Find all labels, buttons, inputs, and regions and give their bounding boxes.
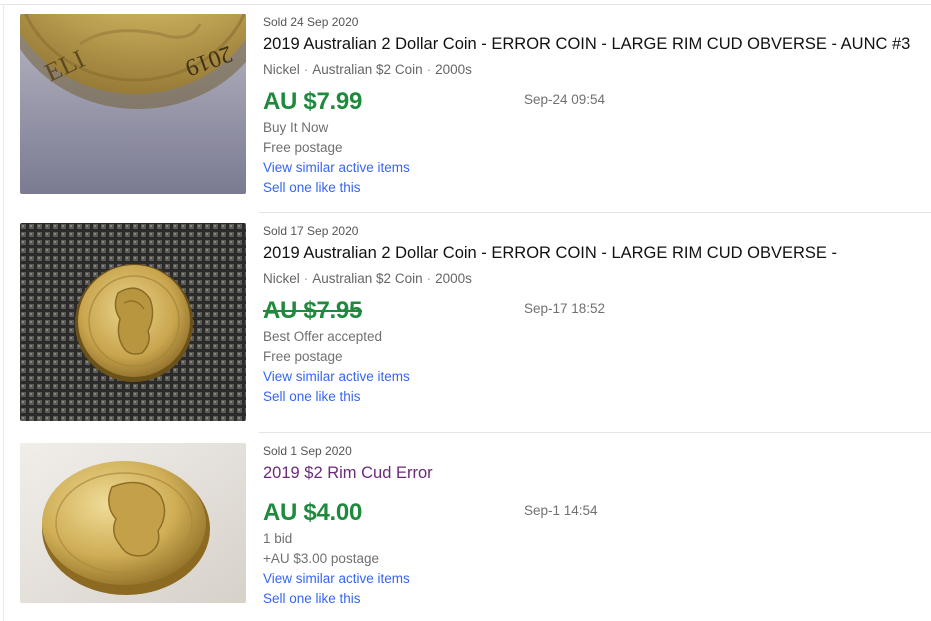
end-date: Sep-1 14:54 <box>524 503 598 518</box>
sold-date: Sold 24 Sep 2020 <box>263 15 359 29</box>
subtitle-material: Nickel <box>263 271 300 286</box>
sold-price: AU $7.95 <box>263 297 362 324</box>
listing-subtitle: Nickel · Australian $2 Coin · 2000s <box>263 271 472 286</box>
view-similar-link[interactable]: View similar active items <box>263 367 923 387</box>
purchase-format: Best Offer accepted <box>263 329 383 344</box>
view-similar-link[interactable]: View similar active items <box>263 158 923 178</box>
subtitle-era: 2000s <box>435 271 472 286</box>
coin-image <box>20 223 246 421</box>
listing-title-link[interactable]: 2019 Australian 2 Dollar Coin - ERROR CO… <box>263 33 923 55</box>
listing-info: Sold 1 Sep 2020 2019 $2 Rim Cud Error AU… <box>263 443 923 609</box>
coin-image <box>20 443 246 603</box>
sold-price: AU $7.99 <box>263 88 362 115</box>
listing-divider <box>259 432 931 433</box>
sold-date: Sold 1 Sep 2020 <box>263 444 352 458</box>
sold-date: Sold 17 Sep 2020 <box>263 224 359 238</box>
subtitle-type: Australian $2 Coin <box>312 271 423 286</box>
shipping-cost: +AU $3.00 postage <box>263 551 379 566</box>
sell-one-link[interactable]: Sell one like this <box>263 178 923 198</box>
end-date: Sep-24 09:54 <box>524 92 606 107</box>
page-left-border <box>3 4 4 621</box>
coin-image: ELI 2019 <box>20 14 246 194</box>
bid-count: 1 bid <box>263 531 293 546</box>
listing-title-link[interactable]: 2019 Australian 2 Dollar Coin - ERROR CO… <box>263 242 923 264</box>
subtitle-era: 2000s <box>435 62 472 77</box>
listing-info: Sold 24 Sep 2020 2019 Australian 2 Dolla… <box>263 14 923 198</box>
price-row: AU $7.99 Sep-24 09:54 <box>263 86 923 118</box>
subtitle-material: Nickel <box>263 62 300 77</box>
shipping-cost: Free postage <box>263 140 343 155</box>
end-date: Sep-17 18:52 <box>524 301 606 316</box>
purchase-format: Buy It Now <box>263 120 329 135</box>
sell-one-link[interactable]: Sell one like this <box>263 387 923 407</box>
page-top-border <box>0 0 931 5</box>
sell-one-link[interactable]: Sell one like this <box>263 589 923 609</box>
listing-title-link[interactable]: 2019 $2 Rim Cud Error <box>263 462 923 484</box>
price-row: AU $4.00 Sep-1 14:54 <box>263 497 923 529</box>
price-row: AU $7.95 Sep-17 18:52 <box>263 295 923 327</box>
subtitle-type: Australian $2 Coin <box>312 62 423 77</box>
listing-info: Sold 17 Sep 2020 2019 Australian 2 Dolla… <box>263 223 923 407</box>
sold-price: AU $4.00 <box>263 499 362 526</box>
view-similar-link[interactable]: View similar active items <box>263 569 923 589</box>
shipping-cost: Free postage <box>263 349 343 364</box>
listing-image[interactable]: ELI 2019 <box>20 14 246 194</box>
listing-image[interactable] <box>20 223 246 421</box>
listing-subtitle: Nickel · Australian $2 Coin · 2000s <box>263 62 472 77</box>
listing-divider <box>259 212 931 213</box>
listing-image[interactable] <box>20 443 246 603</box>
